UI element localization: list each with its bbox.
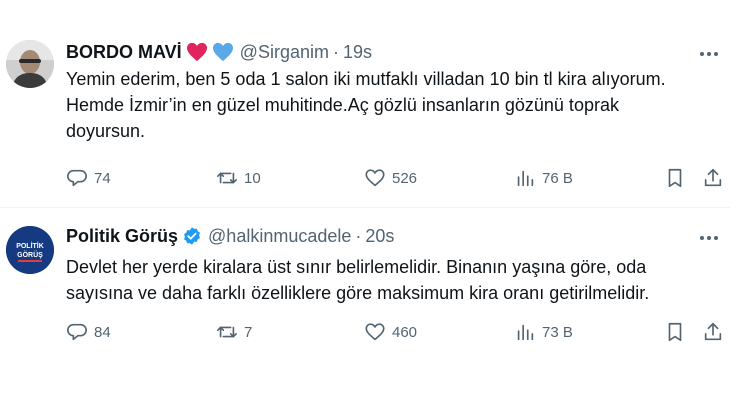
retweet-icon [217,326,237,338]
avatar[interactable]: POLİTİK GÖRÜŞ [6,226,54,274]
author-handle[interactable]: @Sirganim [240,42,329,63]
like-button[interactable]: 526 [364,166,417,190]
share-icon [704,168,722,187]
like-button[interactable]: 460 [364,320,417,344]
views-count: 73 B [542,323,573,341]
retweet-button[interactable]: 10 [216,166,261,190]
more-options-icon[interactable] [698,44,720,64]
more-options-icon[interactable] [698,228,720,248]
bookmark-icon [668,322,682,342]
tweet-text-line: Devlet her yerde kiralara üst sınır beli… [66,257,647,277]
bookmark-button[interactable] [664,320,686,344]
retweet-icon [217,172,237,184]
views-chart-icon [517,324,534,341]
views-button[interactable]: 73 B [514,320,573,344]
separator-dot: · [332,41,339,62]
tweet-actions: 74 10 526 76 B [66,166,726,190]
author-name[interactable]: BORDO MAVİ [66,42,182,63]
avatar-photo [6,40,54,88]
politik-gorus-logo: POLİTİK GÖRÜŞ [6,226,54,274]
retweet-count: 10 [244,169,261,187]
tweet-text-line: Yemin ederim, ben 5 oda 1 salon iki mutf… [66,69,666,89]
tweet-header: Politik Görüş @halkinmucadele · 20s [66,224,394,248]
heart-icon [365,169,385,187]
retweet-count: 7 [244,323,253,341]
bookmark-button[interactable] [664,166,686,190]
avatar[interactable] [6,40,54,88]
tweet-text-line: sayısına ve daha farklı özelliklere göre… [66,283,650,303]
retweet-button[interactable]: 7 [216,320,252,344]
tweet-text: Devlet her yerde kiralara üst sınır beli… [66,254,721,306]
views-chart-icon [517,170,534,187]
tweet[interactable]: BORDO MAVİ @Sirganim · 19s Yemin ederim,… [0,0,730,208]
author-handle[interactable]: @halkinmucadele [208,226,351,247]
author-name[interactable]: Politik Görüş [66,226,178,247]
tweet-text-line: Hemde İzmir’in en güzel muhitinde.Aç göz… [66,95,619,115]
like-count: 460 [392,323,418,341]
share-button[interactable] [702,320,724,344]
share-icon [704,322,722,341]
tweet-actions: 84 7 460 73 B [66,320,726,344]
reply-icon [67,323,87,341]
timestamp[interactable]: 19s [343,42,372,63]
tweet[interactable]: POLİTİK GÖRÜŞ Politik Görüş @halkinmucad… [0,208,730,368]
tweet-header: BORDO MAVİ @Sirganim · 19s [66,40,372,64]
heart-icon [365,323,385,341]
like-count: 526 [392,169,418,187]
blue-heart-icon [212,42,234,62]
svg-text:GÖRÜŞ: GÖRÜŞ [17,250,43,259]
views-button[interactable]: 76 B [514,166,573,190]
timestamp[interactable]: 20s [365,226,394,247]
share-button[interactable] [702,166,724,190]
red-heart-icon [186,42,208,62]
bookmark-icon [668,168,682,188]
reply-count: 74 [94,169,111,187]
tweet-text: Yemin ederim, ben 5 oda 1 salon iki mutf… [66,66,721,144]
reply-icon [67,169,87,187]
reply-button[interactable]: 74 [66,166,111,190]
reply-button[interactable]: 84 [66,320,111,344]
svg-text:POLİTİK: POLİTİK [16,242,44,250]
views-count: 76 B [542,169,573,187]
separator-dot: · [355,225,362,246]
reply-count: 84 [94,323,111,341]
verified-badge-icon[interactable] [182,226,202,246]
tweet-text-line: doyursun. [66,121,146,141]
